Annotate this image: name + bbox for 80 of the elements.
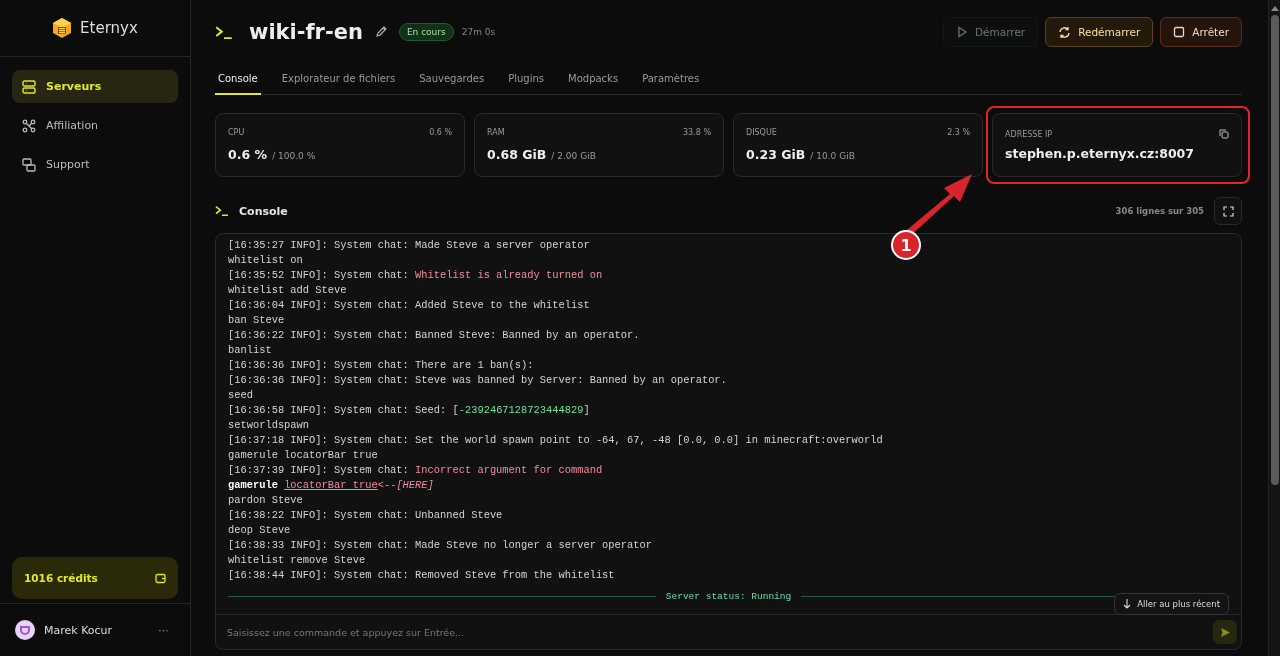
credits-card[interactable]: 1016 crédits bbox=[12, 557, 178, 599]
usage-total: / 2.00 GiB bbox=[551, 150, 596, 161]
usage-percent: 2.3 % bbox=[947, 127, 970, 137]
console-line: [16:37:39 INFO]: System chat: Incorrect argument for command bbox=[228, 463, 603, 478]
usage-percent: 0.6 % bbox=[429, 127, 452, 137]
console-line: [16:36:58 INFO]: System chat: Seed: [-2392467128723444829] bbox=[228, 403, 590, 418]
card-label: RAM bbox=[487, 127, 505, 137]
console-line: banlist bbox=[228, 343, 272, 358]
refresh-icon bbox=[1058, 25, 1072, 39]
jump-latest-button[interactable]: Aller au plus récent bbox=[1114, 593, 1229, 615]
stop-button[interactable]: Arrêter bbox=[1160, 17, 1242, 47]
ip-address: stephen.p.eternyx.cz:8007 bbox=[1005, 146, 1195, 161]
copy-icon[interactable] bbox=[1219, 129, 1229, 139]
console-line: setworldspawn bbox=[228, 418, 310, 433]
more-button[interactable]: ··· bbox=[152, 623, 175, 637]
console-line: [16:36:36 INFO]: System chat: Steve was banned by Server: Banned by an operator. bbox=[228, 373, 727, 388]
console-line: whitelist on bbox=[228, 253, 303, 268]
send-button[interactable] bbox=[1213, 620, 1237, 644]
usage-total: / 100.0 % bbox=[272, 150, 316, 161]
tab[interactable]: Paramètres bbox=[630, 64, 712, 95]
usage-total: / 10.0 GiB bbox=[810, 150, 855, 161]
logo-icon bbox=[52, 17, 73, 39]
line-count: 306 lignes sur 305 bbox=[1115, 206, 1204, 216]
console-line: gamerule locatorBar true bbox=[228, 448, 378, 463]
expand-icon bbox=[1222, 205, 1234, 217]
tab[interactable]: Console bbox=[215, 64, 261, 95]
tab[interactable]: Modpacks bbox=[556, 64, 631, 95]
usage-value: 0.6 % bbox=[228, 146, 268, 162]
console-line: [16:38:22 INFO]: System chat: Unbanned Steve bbox=[228, 508, 503, 523]
user-name: Marek Kocur bbox=[44, 623, 114, 637]
server-title: wiki-fr-en bbox=[249, 20, 363, 44]
server-status: Server status: Running bbox=[665, 590, 792, 604]
pencil-icon[interactable] bbox=[374, 26, 387, 38]
tab[interactable]: Sauvegardes bbox=[407, 64, 497, 95]
play-icon bbox=[955, 26, 968, 38]
scroll-up-icon[interactable] bbox=[1270, 6, 1279, 11]
brand-name: Eternyx bbox=[80, 19, 138, 37]
console-line: gamerule locatorBar true<--[HERE] bbox=[228, 478, 434, 493]
console-line: pardon Steve bbox=[228, 493, 303, 508]
uptime-text: 27m 0s bbox=[461, 27, 496, 37]
arrow-down-icon bbox=[1123, 599, 1132, 609]
avatar-icon bbox=[15, 620, 35, 640]
stop-icon bbox=[1173, 26, 1186, 38]
terminal-icon bbox=[215, 205, 229, 217]
sidebar-item[interactable]: Support bbox=[12, 148, 178, 181]
console-line: whitelist add Steve bbox=[228, 283, 347, 298]
console-line: [16:36:04 INFO]: System chat: Added Steve to the whitelist bbox=[228, 298, 590, 313]
sidebar-item[interactable]: Serveurs bbox=[12, 70, 178, 103]
wallet-icon bbox=[155, 572, 166, 584]
console-line: whitelist remove Steve bbox=[228, 553, 366, 568]
usage-value: 0.23 GiB bbox=[746, 146, 806, 162]
card-label: DISQUE bbox=[746, 127, 777, 137]
restart-button[interactable]: Redémarrer bbox=[1045, 17, 1154, 47]
console-line: seed bbox=[228, 388, 253, 403]
expand-button[interactable] bbox=[1214, 197, 1242, 225]
console-line: [16:38:33 INFO]: System chat: Made Steve no longer a server operator bbox=[228, 538, 652, 553]
send-icon bbox=[1219, 626, 1231, 638]
terminal-icon bbox=[215, 24, 233, 40]
server-icon bbox=[22, 79, 36, 94]
console-line: [16:36:22 INFO]: System chat: Banned Steve: Banned by an operator. bbox=[228, 328, 640, 343]
console-line: [16:35:52 INFO]: System chat: Whitelist is already turned on bbox=[228, 268, 603, 283]
usage-percent: 33.8 % bbox=[683, 127, 711, 137]
console-line: deop Steve bbox=[228, 523, 291, 538]
console-line: [16:36:36 INFO]: System chat: There are 1 ban(s): bbox=[228, 358, 534, 373]
console-line: ban Steve bbox=[228, 313, 285, 328]
status-badge: En cours bbox=[398, 23, 454, 41]
console-line: [16:38:44 INFO]: System chat: Removed Steve from the whitelist bbox=[228, 568, 615, 583]
usage-value: 0.68 GiB bbox=[487, 146, 547, 162]
console-line: [16:37:18 INFO]: System chat: Set the world spawn point to -64, 67, -48 [0.0, 0.0] in minecraft:overworld bbox=[228, 433, 883, 448]
console-line: [16:35:27 INFO]: System chat: Made Steve a server operator bbox=[228, 238, 590, 253]
tab[interactable]: Explorateur de fichiers bbox=[269, 64, 408, 95]
console-title: Console bbox=[239, 204, 288, 218]
sidebar-item[interactable]: Affiliation bbox=[12, 109, 178, 142]
card-label: CPU bbox=[228, 127, 245, 137]
tab[interactable]: Plugins bbox=[496, 64, 557, 95]
scrollbar-thumb[interactable] bbox=[1270, 15, 1279, 485]
command-input[interactable]: Saisissez une commande et appuyez sur Entrée... bbox=[225, 625, 1205, 639]
chat-icon bbox=[22, 157, 36, 172]
share-icon bbox=[22, 118, 36, 133]
card-label: ADRESSE IP bbox=[1005, 129, 1053, 139]
